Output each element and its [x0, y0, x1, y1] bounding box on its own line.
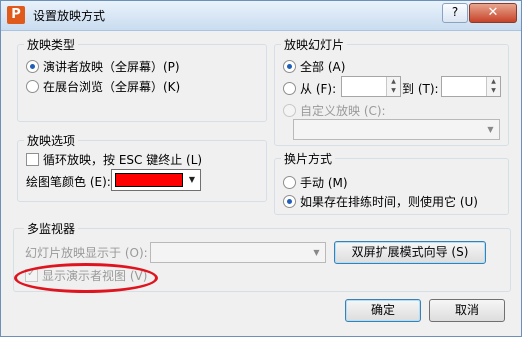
radio-icon-disabled[interactable]: [283, 104, 296, 117]
radio-all-slides[interactable]: 全部 (A): [283, 58, 345, 75]
cancel-button[interactable]: 取消: [429, 299, 505, 322]
red-annotation-ellipse: [14, 263, 158, 293]
radio-icon-selected[interactable]: [283, 60, 296, 73]
to-slide-spinner[interactable]: ▲ ▼: [441, 76, 501, 97]
all-slides-label: 全部 (A): [300, 60, 346, 74]
from-label: 从 (F):: [300, 82, 337, 96]
radio-icon-selected[interactable]: [283, 195, 296, 208]
radio-icon[interactable]: [283, 176, 296, 189]
radio-label: 在展台浏览（全屏幕）(K): [43, 80, 181, 94]
spinner-arrows-icon[interactable]: ▲ ▼: [386, 77, 400, 96]
radio-icon[interactable]: [26, 80, 39, 93]
dropdown-arrow-icon[interactable]: ▼: [308, 243, 325, 262]
ok-button[interactable]: 确定: [345, 299, 421, 322]
custom-show-label: 自定义放映 (C):: [300, 104, 386, 118]
custom-show-select[interactable]: ▼: [293, 119, 500, 140]
show-type-legend: 放映类型: [24, 36, 79, 53]
radio-icon[interactable]: [283, 82, 296, 95]
title-bar[interactable]: P 设置放映方式 ? ✕: [1, 1, 521, 31]
display-on-select[interactable]: ▼: [150, 242, 326, 263]
dropdown-arrow-icon[interactable]: ▼: [184, 170, 200, 190]
close-button[interactable]: ✕: [469, 3, 517, 23]
radio-label: 演讲者放映（全屏幕）(P): [43, 60, 180, 74]
dialog-title: 设置放映方式: [33, 9, 106, 23]
radio-presenter-fullscreen[interactable]: 演讲者放映（全屏幕）(P): [26, 58, 180, 75]
pen-color-swatch: [115, 173, 183, 187]
advance-group: 换片方式 手动 (M) 如果存在排练时间，则使用它 (U): [274, 150, 509, 215]
dialog-window: P 设置放映方式 ? ✕ 放映类型 演讲者放映（全屏幕）(P) 在展台浏览（全屏…: [0, 0, 522, 337]
wps-presentation-icon: P: [7, 6, 25, 24]
radio-slide-range[interactable]: 从 (F):: [283, 80, 336, 97]
radio-icon-selected[interactable]: [26, 60, 39, 73]
from-slide-spinner[interactable]: ▲ ▼: [341, 76, 401, 97]
show-type-group: 放映类型 演讲者放映（全屏幕）(P) 在展台浏览（全屏幕）(K): [17, 36, 267, 122]
slides-legend: 放映幻灯片: [281, 36, 348, 53]
monitors-legend: 多监视器: [24, 220, 79, 237]
radio-kiosk-fullscreen[interactable]: 在展台浏览（全屏幕）(K): [26, 78, 180, 95]
loop-checkbox[interactable]: 循环放映，按 ESC 键终止 (L): [26, 151, 202, 168]
spinner-arrows-icon[interactable]: ▲ ▼: [486, 77, 500, 96]
pen-color-picker[interactable]: ▼: [111, 169, 201, 191]
use-timings-label: 如果存在排练时间，则使用它 (U): [300, 195, 478, 209]
radio-manual[interactable]: 手动 (M): [283, 174, 348, 191]
to-label: 到 (T):: [402, 82, 439, 96]
advance-legend: 换片方式: [281, 150, 336, 167]
pen-color-label: 绘图笔颜色 (E):: [26, 175, 111, 189]
loop-label: 循环放映，按 ESC 键终止 (L): [43, 153, 203, 167]
radio-custom-show[interactable]: 自定义放映 (C):: [283, 102, 386, 119]
show-options-legend: 放映选项: [24, 132, 79, 149]
dual-screen-wizard-button[interactable]: 双屏扩展模式向导 (S): [334, 241, 486, 264]
radio-use-timings[interactable]: 如果存在排练时间，则使用它 (U): [283, 193, 478, 210]
checkbox-icon[interactable]: [26, 153, 39, 166]
dropdown-arrow-icon[interactable]: ▼: [482, 120, 499, 139]
manual-label: 手动 (M): [300, 176, 348, 190]
help-button[interactable]: ?: [442, 3, 468, 23]
display-on-label: 幻灯片放映显示于 (O):: [25, 246, 148, 260]
